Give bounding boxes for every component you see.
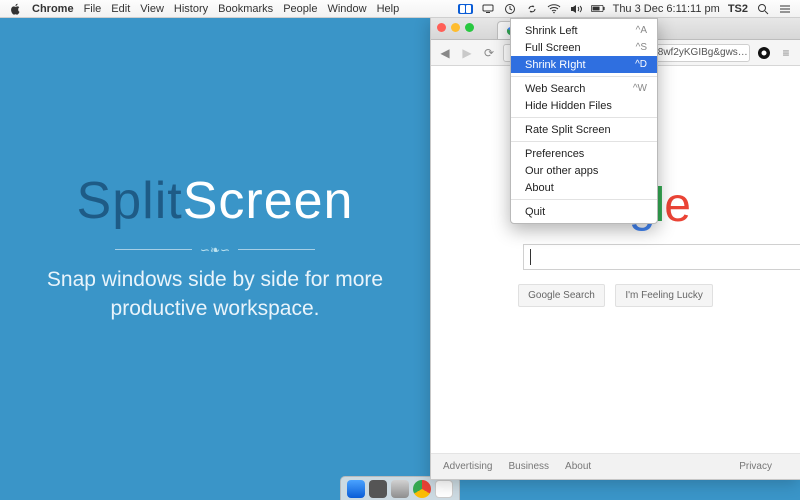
menu-bookmarks[interactable]: Bookmarks [218,3,273,15]
menu-file[interactable]: File [84,3,102,15]
splitscreen-menubar-icon[interactable] [459,2,473,16]
feeling-lucky-button[interactable]: I'm Feeling Lucky [615,284,713,307]
notification-center-icon[interactable] [778,2,792,16]
footer-about[interactable]: About [565,461,591,472]
menu-window[interactable]: Window [327,3,366,15]
zoom-button[interactable] [465,23,474,32]
menu-other-apps[interactable]: Our other apps [511,162,657,179]
apple-menu-icon[interactable] [8,2,22,16]
splitscreen-menu: Shrink Left^A Full Screen^S Shrink RIght… [510,18,658,224]
spotlight-icon[interactable] [756,2,770,16]
menu-people[interactable]: People [283,3,317,15]
back-button[interactable]: ◀ [437,45,453,61]
menu-edit[interactable]: Edit [111,3,130,15]
google-search-button[interactable]: Google Search [518,284,605,307]
volume-icon[interactable] [569,2,583,16]
dock-trash-icon[interactable] [435,480,453,498]
dock-settings-icon[interactable] [369,480,387,498]
menubar-clock[interactable]: Thu 3 Dec 6:11:11 pm [613,3,720,15]
menu-history[interactable]: History [174,3,208,15]
menu-about[interactable]: About [511,179,657,196]
promo-title-a: Split [77,172,183,230]
promo-divider: ∽❧∽ [115,245,315,255]
chrome-menu-icon[interactable]: ≡ [778,45,794,61]
dock-app-icon[interactable] [391,480,409,498]
menubar-user[interactable]: TS2 [728,3,748,15]
promo-tagline: Snap windows side by side for more produ… [45,265,385,324]
wifi-icon[interactable] [547,2,561,16]
window-controls [437,23,474,32]
sync-icon[interactable] [525,2,539,16]
close-button[interactable] [437,23,446,32]
google-footer: Advertising Business About Privacy [431,453,800,479]
google-search-input[interactable] [523,244,800,270]
footer-advertising[interactable]: Advertising [443,461,492,472]
dock-finder-icon[interactable] [347,480,365,498]
menu-full-screen[interactable]: Full Screen^S [511,39,657,56]
menu-shrink-right[interactable]: Shrink RIght^D [511,56,657,73]
display-icon[interactable] [481,2,495,16]
menu-quit[interactable]: Quit [511,203,657,220]
footer-business[interactable]: Business [508,461,549,472]
extension-icon[interactable] [756,45,772,61]
promo-title: SplitScreen [77,171,354,231]
timemachine-icon[interactable] [503,2,517,16]
minimize-button[interactable] [451,23,460,32]
menu-rate[interactable]: Rate Split Screen [511,121,657,138]
menu-hide-hidden-files[interactable]: Hide Hidden Files [511,97,657,114]
dock-chrome-icon[interactable] [413,480,431,498]
menu-view[interactable]: View [140,3,164,15]
promo-title-b: Screen [183,172,354,230]
menu-shrink-left[interactable]: Shrink Left^A [511,22,657,39]
footer-privacy[interactable]: Privacy [739,461,772,472]
macos-menubar: Chrome File Edit View History Bookmarks … [0,0,800,18]
google-buttons: Google Search I'm Feeling Lucky [431,284,800,307]
battery-icon[interactable] [591,2,605,16]
menu-help[interactable]: Help [377,3,400,15]
forward-button[interactable]: ▶ [459,45,475,61]
reload-button[interactable]: ⟳ [481,45,497,61]
menubar-app-name[interactable]: Chrome [32,3,74,15]
menu-preferences[interactable]: Preferences [511,145,657,162]
menu-web-search[interactable]: Web Search^W [511,80,657,97]
promo-panel: SplitScreen ∽❧∽ Snap windows side by sid… [0,18,430,476]
